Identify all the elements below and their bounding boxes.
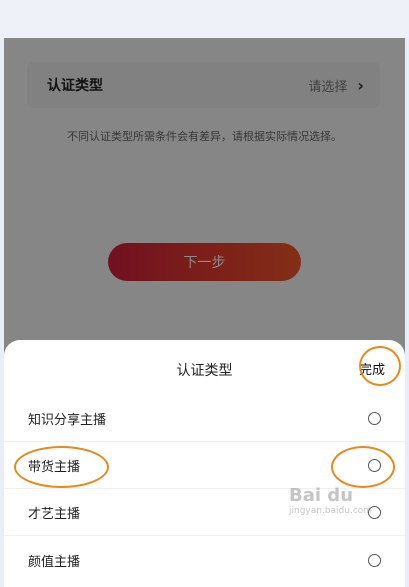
watermark-main: Bai du — [289, 485, 354, 506]
highlight-ring-done — [359, 346, 401, 386]
option-label: 才艺主播 — [28, 507, 81, 522]
highlight-ring-sales-radio — [331, 446, 395, 488]
radio-unchecked-icon[interactable] — [368, 553, 381, 567]
watermark-sub: jingyan.baidu.com — [289, 506, 373, 516]
sheet-title: 认证类型 — [176, 363, 233, 379]
option-looks-streamer[interactable]: 颜值主播 — [4, 537, 405, 583]
top-strip — [0, 0, 409, 38]
cert-type-sheet: 认证类型 完成 知识分享主播 带货主播 才艺主播 颜值主播 — [4, 340, 405, 587]
option-knowledge-streamer[interactable]: 知识分享主播 — [4, 396, 405, 442]
option-label: 知识分享主播 — [28, 413, 107, 428]
baidu-watermark: Bai du jingyan.baidu.com — [289, 485, 399, 539]
highlight-ring-sales-label — [14, 446, 109, 488]
radio-unchecked-icon[interactable] — [368, 412, 381, 425]
option-label: 颜值主播 — [28, 554, 81, 570]
